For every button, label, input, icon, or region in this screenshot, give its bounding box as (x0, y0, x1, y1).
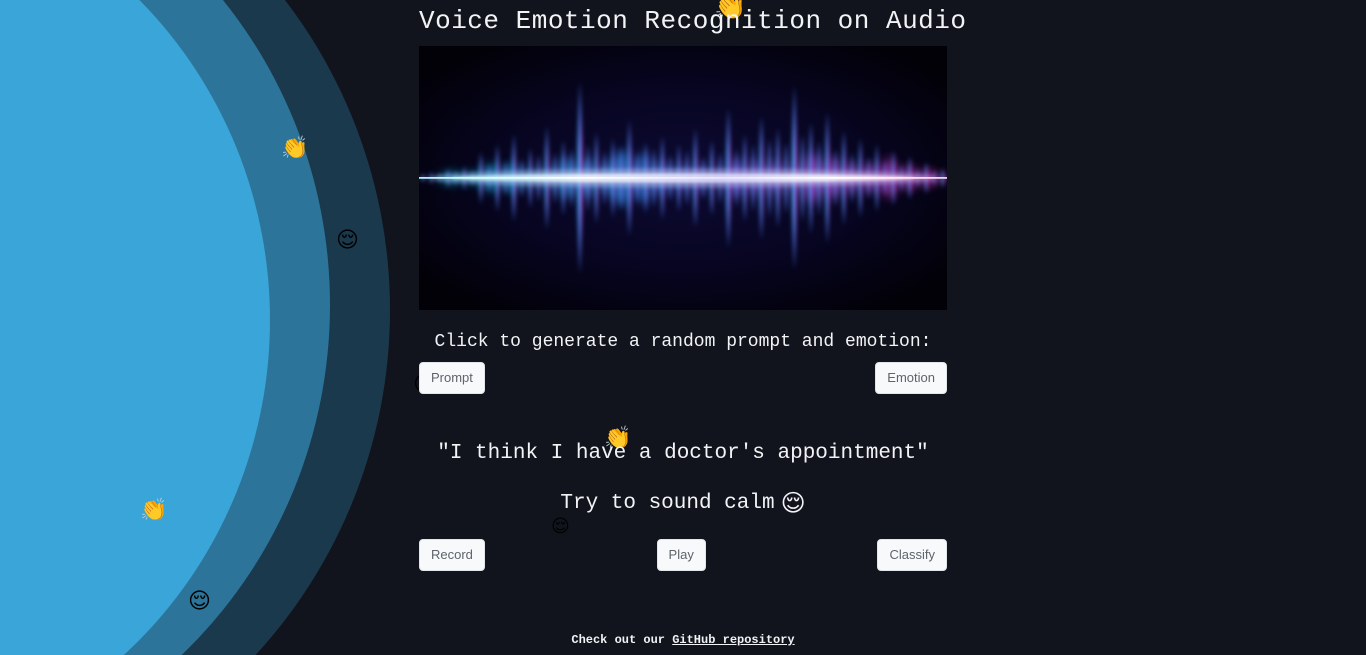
instruction-text: Click to generate a random prompt and em… (434, 332, 932, 352)
prompt-button[interactable]: Prompt (419, 362, 485, 394)
main-content: Voice Emotion Recognition on Audio Click… (419, 0, 967, 571)
app-root: 👏👏😌😌👏😌👏👏😌😌 Voice Emotion Recognition on … (0, 0, 1366, 655)
play-button[interactable]: Play (656, 539, 706, 571)
page-title: Voice Emotion Recognition on Audio (419, 6, 967, 36)
footer-prefix: Check out our (571, 633, 673, 647)
generated-prompt-text: "I think I have a doctor's appointment" (437, 442, 929, 465)
record-button[interactable]: Record (419, 539, 485, 571)
footer: Check out our GitHub repository (0, 633, 1366, 647)
generated-emotion-text: Try to sound calm 😌 (419, 489, 947, 517)
emotion-button[interactable]: Emotion (875, 362, 947, 394)
waveform-image (419, 46, 947, 310)
emotion-label: Try to sound calm (560, 492, 775, 515)
page-column: Voice Emotion Recognition on Audio Click… (0, 0, 1366, 655)
relieved-face-icon: 😌 (780, 489, 806, 517)
github-repository-link[interactable]: GitHub repository (672, 633, 794, 647)
classify-button[interactable]: Classify (877, 539, 947, 571)
generate-button-row: Prompt Emotion (419, 362, 947, 394)
action-button-row: Record Play Classify (419, 539, 947, 571)
